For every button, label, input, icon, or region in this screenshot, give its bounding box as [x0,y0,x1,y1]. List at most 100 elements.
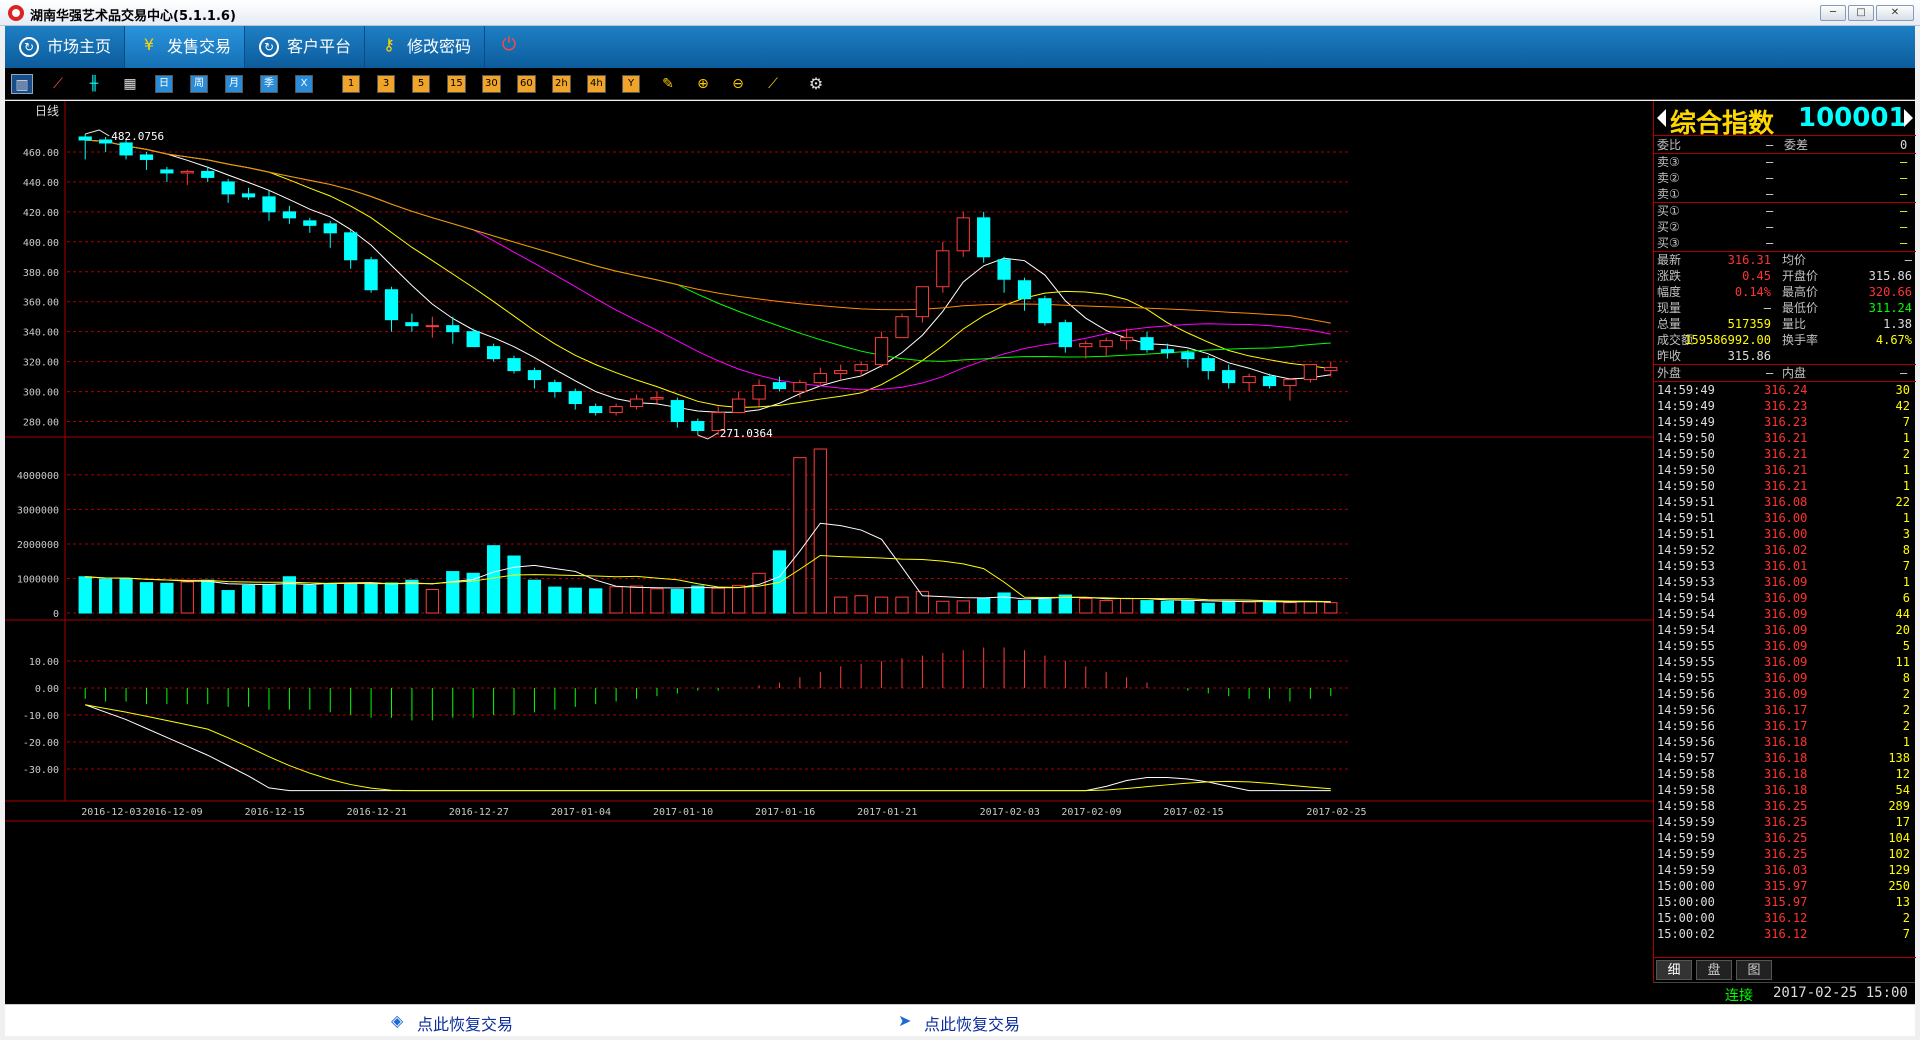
tick-volume: 5 [1902,639,1910,653]
bid-price: — [1766,236,1774,250]
chart-canvas[interactable]: 460.00 440.00 420.00 400.00 380.00 360.00 340.… [5,101,1653,1004]
draw-icon[interactable]: ✎ [657,74,679,94]
volume-bar [160,582,174,614]
period-label: 日线 [35,104,59,118]
hour-2-button[interactable]: 2h [552,75,571,93]
tick-volume: 12 [1895,767,1910,781]
candle-down [119,142,133,156]
tick-price: 316.01 [1764,559,1808,573]
tick-price: 316.18 [1764,735,1808,749]
tick-row: 14:59:56 316.17 2 [1654,718,1916,734]
date-axis-label: 2017-01-16 [755,807,815,818]
stat-value: 316.31 [1727,253,1771,267]
minute-15-button[interactable]: 15 [447,75,466,93]
menu-sales-trading[interactable]: ¥ 发售交易 [125,26,245,68]
zoom-in-icon[interactable]: ⊕ [692,74,714,94]
candle-down [691,421,705,432]
menu-exit[interactable]: ⏻ 退 出 [485,26,610,141]
tick-volume: 2 [1902,687,1910,701]
bid-volume: — [1900,204,1908,218]
zoom-out-icon[interactable]: ⊖ [727,74,749,94]
minimize-button[interactable]: ─ [1820,5,1846,21]
candle-down [997,259,1011,280]
macd-tick-label: 10.00 [29,657,59,668]
tab-detail[interactable]: 细 [1656,960,1692,980]
window-title: 湖南华强艺术品交易中心(5.1.1.6) [30,9,236,24]
kline-chart-area[interactable]: 460.00 440.00 420.00 400.00 380.00 360.00 340.… [5,101,1653,1004]
volume-bar [609,586,623,614]
stat-value: 0.14% [1734,285,1771,299]
tick-time: 14:59:49 [1657,383,1715,397]
tick-time: 14:59:50 [1657,479,1715,493]
tick-volume: 1 [1902,479,1910,493]
price-tick-label: 280.00 [23,418,59,429]
candle-down [446,325,460,333]
minute-30-button[interactable]: 30 [482,75,501,93]
menu-label: 发售交易 [167,37,232,56]
volume-bar [629,585,644,614]
gear-icon[interactable]: ⚙ [805,74,827,94]
tick-row: 14:59:49 316.23 42 [1654,398,1916,414]
price-tick-label: 320.00 [23,358,59,369]
tick-price: 316.21 [1764,479,1808,493]
candle-down [405,322,419,327]
date-axis-label: 2016-12-15 [245,807,305,818]
tick-price: 316.09 [1764,623,1808,637]
period-day-button[interactable]: 日 [155,75,173,93]
price-tick-label: 340.00 [23,328,59,339]
candle-up [1119,337,1134,342]
price-tick-label: 300.00 [23,388,59,399]
ask-row: 卖③ — — [1654,154,1916,170]
tab-chart[interactable]: 图 [1736,960,1772,980]
volume-bar [303,584,317,614]
candle-up [1099,340,1113,348]
candle-up [854,364,868,372]
line-chart-icon[interactable]: ⟋ [47,74,69,94]
minute-60-button[interactable]: 60 [517,75,536,93]
minute-1-button[interactable]: 1 [342,75,360,93]
tab-orderbook[interactable]: 盘 [1696,960,1732,980]
prev-instrument-icon[interactable] [1657,109,1666,127]
period-month-button[interactable]: 月 [225,75,243,93]
minute-3-button[interactable]: 3 [377,75,395,93]
tick-price: 316.09 [1764,607,1808,621]
stat-label: 总量 [1657,317,1682,331]
candle-up [895,316,909,339]
candle-down [221,181,235,195]
year-button[interactable]: Y [622,75,640,93]
menu-market-home[interactable]: ↻ 市场主页 [5,26,125,68]
ask-price: — [1766,171,1774,185]
line-tool-icon[interactable]: ⟋ [762,74,784,94]
main-menu: ↻ 市场主页 ¥ 发售交易 ↻ 客户平台 ⚷ 修改密码 ⏻ 退 出 [5,26,1915,141]
candlestick-icon[interactable]: ╫ [83,74,105,94]
menu-client-platform[interactable]: ↻ 客户平台 [245,26,365,68]
restore-trading-link-1[interactable]: ◈ 点此恢复交易 [391,1011,513,1035]
stat-value: 315.86 [1868,269,1912,283]
candle-down [670,400,684,423]
period-week-button[interactable]: 周 [190,75,208,93]
maximize-button[interactable]: □ [1848,5,1874,21]
restore-trading-link-2[interactable]: ➤ 点此恢复交易 [898,1011,1020,1035]
minute-5-button[interactable]: 5 [412,75,430,93]
volume-tick-label: 2000000 [17,540,59,551]
volume-bar [1181,600,1195,614]
tick-time: 14:59:51 [1657,527,1715,541]
bar-chart-icon[interactable]: ▥ [11,74,33,94]
hour-4-button[interactable]: 4h [587,75,606,93]
candle-down [201,170,215,178]
period-x-button[interactable]: X [295,75,313,93]
menu-change-password[interactable]: ⚷ 修改密码 [365,26,485,68]
candle-up [1283,379,1297,387]
stat-row: 幅度 0.14% 最高价 320.66 [1654,284,1916,300]
bid-volume: — [1900,236,1908,250]
volume-bar [834,596,848,614]
close-button[interactable]: ✕ [1876,5,1914,21]
ask-volume: — [1900,155,1908,169]
ask-level-label: 卖② [1657,171,1680,185]
period-season-button[interactable]: 季 [260,75,278,93]
ask-row: 卖② — — [1654,170,1916,186]
calendar-icon[interactable]: ▦ [119,74,141,94]
committee-row: 委比 — 委差 0 [1654,137,1916,153]
tick-volume: 8 [1902,543,1910,557]
next-instrument-icon[interactable] [1904,109,1913,127]
